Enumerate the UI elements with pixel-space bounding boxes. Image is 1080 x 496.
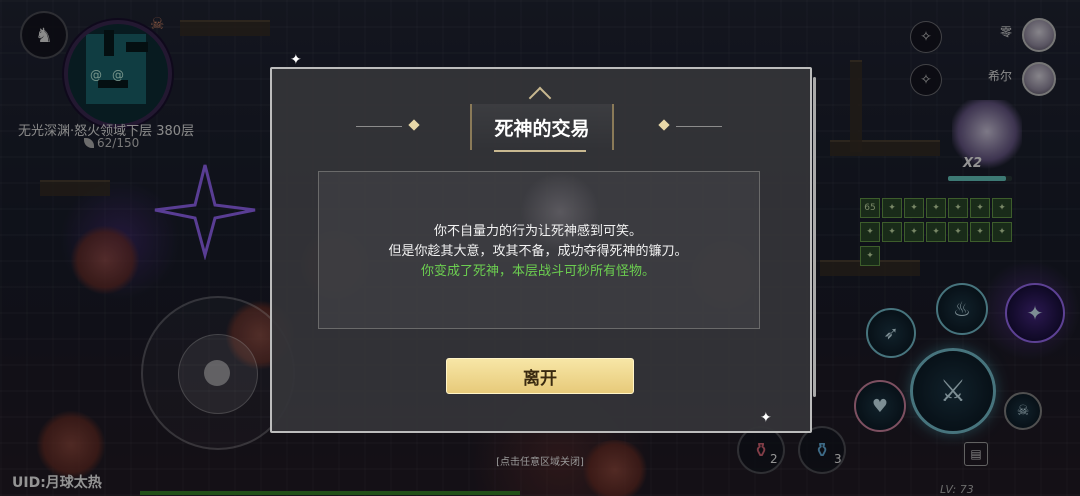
sparkle-icon: ✦	[290, 52, 302, 68]
title-underline	[494, 150, 586, 152]
title-line-right	[676, 126, 722, 127]
message-line: 但是你趁其大意，攻其不备，成功夺得死神的镰刀。	[388, 244, 688, 259]
title-line-left	[356, 126, 402, 127]
dialog-title: 死神的交易	[494, 117, 590, 140]
message-line: 你不自量力的行为让死神感到可笑。	[433, 224, 642, 239]
sparkle-icon: ✦	[760, 410, 772, 426]
dialog-title-frame: 死神的交易	[470, 104, 614, 150]
leave-button[interactable]: 离开	[446, 358, 634, 394]
close-hint: [点击任意区域关闭]	[496, 457, 584, 468]
message-result-line: 你变成了死神，本层战斗可秒所有怪物。	[420, 264, 655, 279]
